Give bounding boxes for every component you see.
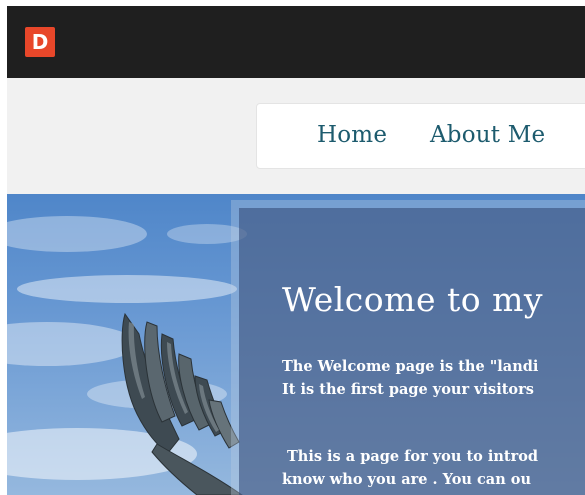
intro-line-4: know who you are . You can ou [282, 471, 532, 488]
nav-link-home[interactable]: Home [317, 122, 387, 148]
hero-section: Welcome to my The Welcome page is the "l… [7, 194, 585, 495]
main-navigation: Home About Me [256, 103, 585, 169]
site-logo[interactable]: D [25, 27, 55, 57]
welcome-panel: Welcome to my The Welcome page is the "l… [239, 208, 585, 495]
top-header-bar: D [7, 6, 585, 78]
page: D Home About Me Welcome to my The Welcom… [0, 0, 585, 495]
navigation-band: Home About Me [7, 78, 585, 194]
nav-link-about-me[interactable]: About Me [430, 122, 545, 148]
intro-line-2: It is the first page your visitors [282, 381, 534, 398]
intro-line-1: The Welcome page is the "landi [282, 358, 539, 375]
welcome-title: Welcome to my [282, 280, 544, 319]
intro-line-3: This is a page for you to introd [287, 448, 539, 465]
